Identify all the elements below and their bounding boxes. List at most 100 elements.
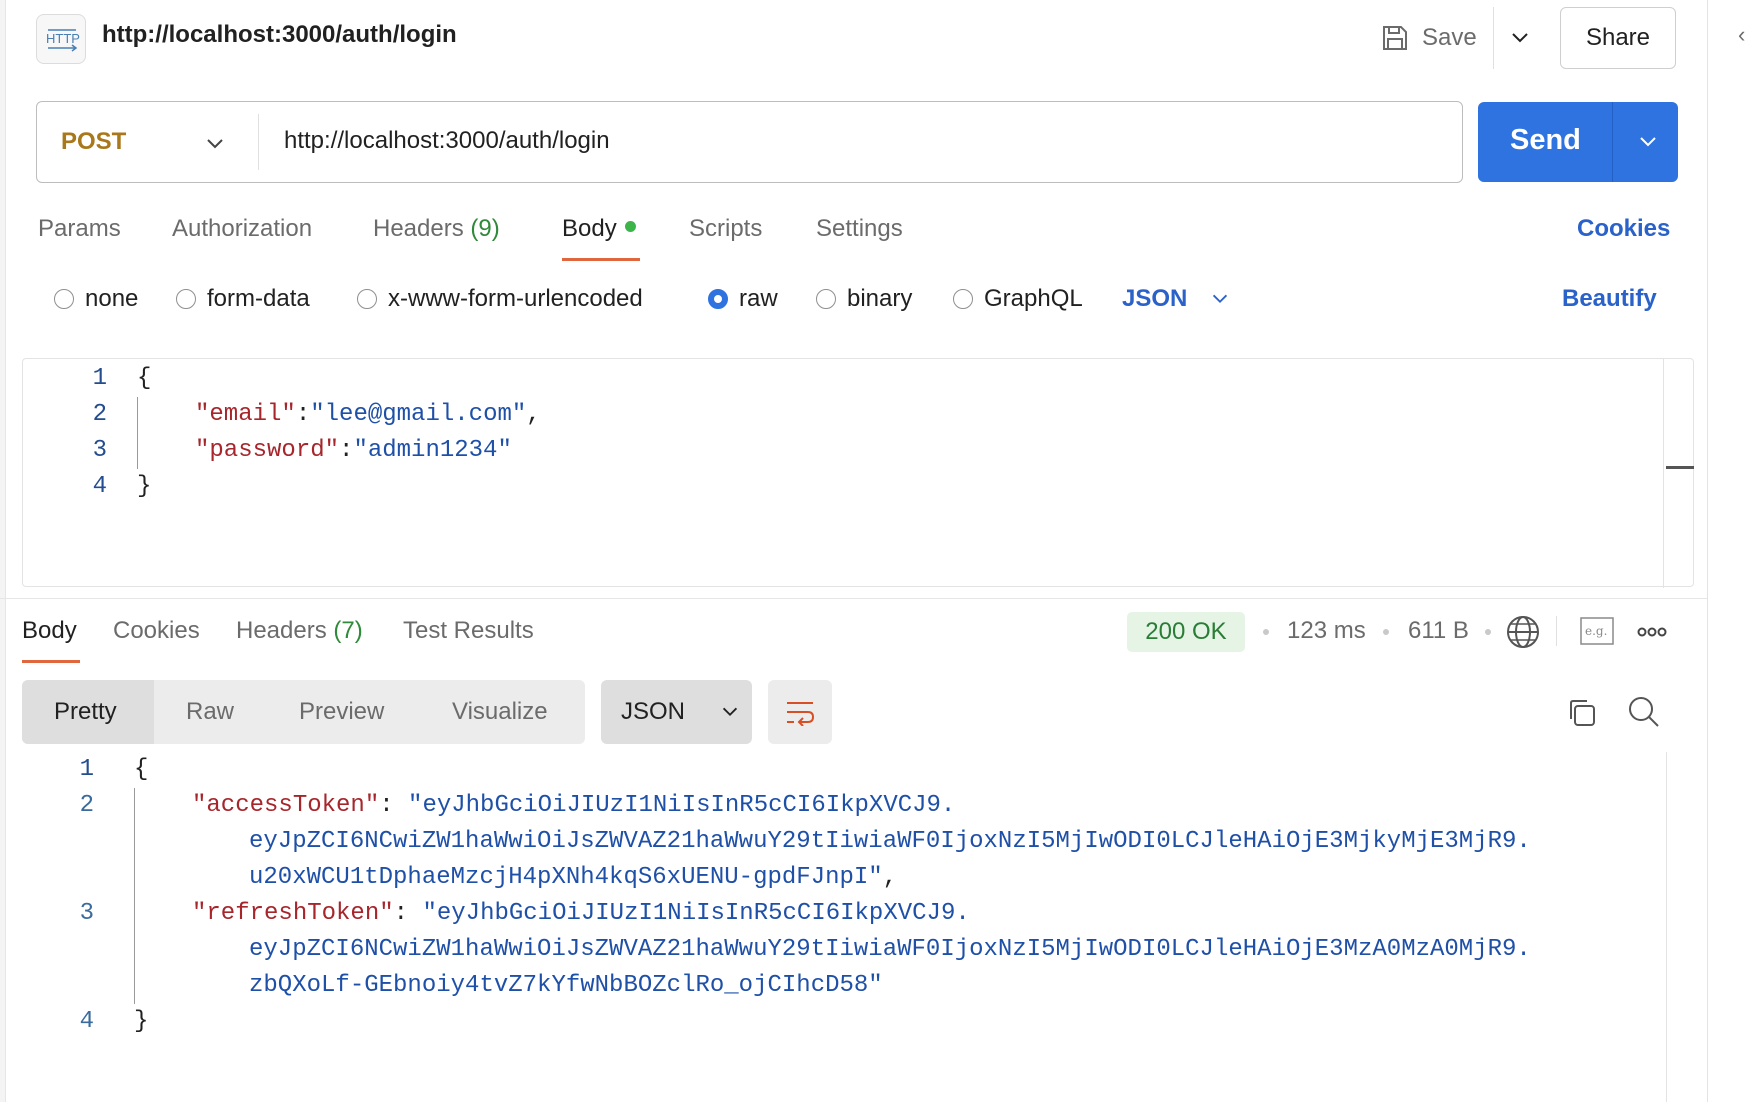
cookies-link[interactable]: Cookies [1577,215,1670,243]
headers-count: (7) [333,617,363,644]
search-icon[interactable] [1627,695,1661,729]
tab-body[interactable]: Body [562,215,636,243]
radio-label: x-www-form-urlencoded [388,285,643,312]
json-key: "accessToken" [192,792,380,819]
response-time[interactable]: 123 ms [1287,617,1366,645]
indent-guide [134,788,135,1004]
response-tab-test-results[interactable]: Test Results [403,617,534,645]
share-button[interactable]: Share [1560,7,1676,69]
separator-dot [1383,629,1389,635]
tab-params[interactable]: Params [38,215,121,243]
svg-text:e.g.: e.g. [1585,624,1607,638]
chevron-down-icon [722,707,738,717]
chevron-down-icon[interactable] [1636,130,1660,154]
tab-scripts[interactable]: Scripts [689,215,762,243]
radio-label: binary [847,285,913,312]
response-divider[interactable] [0,598,1707,599]
radio-button[interactable] [176,289,196,309]
view-raw[interactable]: Raw [186,698,234,726]
send-divider [1612,102,1613,182]
code-line: { [134,756,149,783]
url-bar: POST [36,101,1463,183]
response-tab-headers[interactable]: Headers (7) [236,617,363,645]
radio-button[interactable] [54,289,74,309]
radio-button[interactable] [816,289,836,309]
save-icon [1383,26,1407,50]
json-value: "eyJhbGciOiJIUzI1NiIsInR5cCI6IkpXVCJ9. [408,792,956,819]
active-tab-indicator [562,258,640,261]
line-number: 4 [79,1008,94,1035]
chevron-down-icon[interactable] [1508,26,1532,50]
save-example-icon[interactable]: e.g. [1580,617,1614,645]
json-key: "email" [195,401,296,428]
headers-count: (9) [470,215,500,242]
scrollbar-thumb[interactable] [1666,466,1694,469]
tab-label: Headers [373,215,464,242]
response-format-select[interactable]: JSON [601,680,752,744]
method-select[interactable]: POST [61,128,126,156]
code-line-wrapped: zbQXoLf-GEbnoiy4tvZ7kYfwNbBOZclRo_ojCIhc… [249,972,883,999]
response-size[interactable]: 611 B [1408,617,1469,645]
line-number: 4 [92,473,107,500]
json-colon: : [295,401,311,428]
tab-label: Headers [236,617,327,644]
body-format-select[interactable]: JSON [1122,285,1231,313]
chevron-down-icon[interactable] [203,132,227,156]
modified-dot [624,221,636,233]
radio-urlencoded[interactable]: x-www-form-urlencoded [357,285,643,313]
view-pretty[interactable]: Pretty [54,698,117,726]
collapse-panel-icon[interactable]: ‹ [1738,22,1745,48]
tab-label: Body [22,617,77,644]
view-preview[interactable]: Preview [299,698,384,726]
url-input[interactable] [284,116,1434,166]
http-icon: HTTP [36,14,86,64]
left-edge [0,0,6,1102]
right-panel-divider[interactable] [1707,0,1708,1102]
globe-icon[interactable] [1506,615,1540,649]
active-tab-indicator [22,660,80,663]
code-line-wrapped: eyJpZCI6NCwiZW1haWwiOiJsZWVAZ21haWwuY29t… [249,936,1531,963]
json-value: "lee@gmail.com" [310,401,527,428]
copy-icon[interactable] [1566,697,1598,729]
tab-authorization[interactable]: Authorization [172,215,312,243]
code-line: } [137,473,152,500]
response-scrollbar[interactable] [1666,752,1667,1102]
beautify-link[interactable]: Beautify [1562,285,1657,313]
response-tab-cookies[interactable]: Cookies [113,617,200,645]
editor-scrollbar[interactable] [1663,359,1664,588]
radio-button-selected[interactable] [708,289,728,309]
tab-settings[interactable]: Settings [816,215,903,243]
json-comma: , [882,864,898,891]
json-comma: , [526,401,541,428]
radio-button[interactable] [953,289,973,309]
send-button[interactable]: Send [1478,102,1678,182]
request-body-editor[interactable]: 1 2 3 4 { "email":"lee@gmail.com", "pass… [22,358,1694,588]
response-tab-body[interactable]: Body [22,617,77,645]
save-label: Save [1422,24,1477,51]
radio-button[interactable] [357,289,377,309]
line-number: 3 [92,437,107,464]
radio-label: form-data [207,285,310,312]
tab-label: Test Results [403,617,534,644]
status-badge[interactable]: 200 OK [1127,612,1245,652]
more-options-icon[interactable] [1637,622,1667,642]
tab-headers[interactable]: Headers (9) [373,215,500,243]
wrap-lines-button[interactable] [768,680,832,744]
view-visualize[interactable]: Visualize [452,698,548,726]
save-button[interactable]: Save [1380,20,1477,56]
code-line: "password":"admin1234" [195,437,512,464]
meta-divider [1556,616,1557,646]
line-number: 2 [79,792,94,819]
radio-binary[interactable]: binary [816,285,912,313]
radio-form-data[interactable]: form-data [176,285,310,313]
radio-raw[interactable]: raw [708,285,778,313]
json-key: "refreshToken" [192,900,394,927]
radio-none[interactable]: none [54,285,138,313]
indent-guide [137,397,138,469]
radio-graphql[interactable]: GraphQL [953,285,1083,313]
separator-dot [1263,629,1269,635]
request-title[interactable]: http://localhost:3000/auth/login [102,21,457,49]
tab-label: Cookies [113,617,200,644]
json-colon: : [339,437,354,464]
line-number: 3 [79,900,94,927]
